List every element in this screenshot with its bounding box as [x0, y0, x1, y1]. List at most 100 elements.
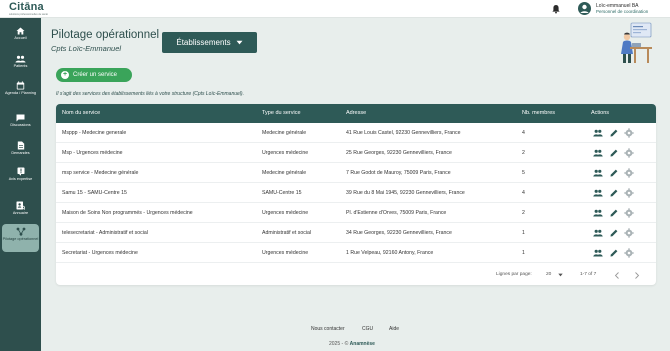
chevron-right-icon[interactable]	[634, 272, 640, 279]
cell-type: Urgences médecine	[262, 150, 309, 156]
table-row[interactable]: msp service - Medecine générale Medecine …	[56, 163, 656, 183]
column-header[interactable]: Nom du service	[62, 110, 100, 116]
sidebar-item-label: Pilotage opérationnel	[2, 237, 39, 241]
create-service-label: Créer un service	[73, 72, 118, 78]
members-icon[interactable]	[593, 248, 603, 258]
cell-address: 34 Rue Georges, 92230 Gennevilliers, Fra…	[346, 230, 452, 236]
sidebar-item-discussions[interactable]: Discussions	[2, 114, 39, 134]
caret-down-icon[interactable]	[558, 273, 563, 277]
sidebar-item-pilotage[interactable]: Pilotage opérationnel	[2, 224, 39, 252]
avatar[interactable]	[578, 2, 591, 15]
table-row[interactable]: Samu 15 - SAMU-Centre 15 SAMU-Centre 15 39…	[56, 183, 656, 203]
etablissements-dropdown[interactable]: Établissements	[162, 32, 257, 53]
contact-link[interactable]: Nous contacter	[311, 326, 345, 332]
sidebar-item-patients[interactable]: Patients	[2, 55, 39, 75]
column-header[interactable]: Adresse	[346, 110, 366, 116]
table-pagination: Lignes par page: 20 1-7 of 7	[56, 264, 656, 285]
edit-icon[interactable]	[609, 168, 619, 178]
rows-per-page-select[interactable]: 20	[546, 272, 551, 277]
sidebar-item-demandes[interactable]: Demandes	[2, 141, 39, 161]
top-bar: Citāna solutions professionnelles de san…	[0, 0, 670, 18]
sidebar-item-label: Demandes	[11, 151, 30, 155]
cell-name: msp service - Medecine générale	[62, 170, 139, 176]
column-header: Actions	[591, 110, 610, 116]
column-header[interactable]: Type du service	[262, 110, 301, 116]
column-header[interactable]: Nb. membres	[522, 110, 555, 116]
copyright-text: 2025 - ©	[329, 341, 349, 347]
sidebar-item-label: Avis expertise	[8, 177, 33, 181]
members-icon[interactable]	[593, 188, 603, 198]
home-icon	[16, 27, 25, 35]
brand-name[interactable]: Anamnèse	[350, 341, 375, 347]
document-icon	[17, 141, 24, 150]
edit-icon[interactable]	[609, 248, 619, 258]
sidebar-item-annuaire[interactable]: Annuaire	[2, 201, 39, 221]
edit-icon[interactable]	[609, 188, 619, 198]
bell-icon[interactable]	[551, 4, 561, 14]
settings-icon[interactable]	[624, 248, 634, 258]
plus-icon: +	[61, 71, 69, 79]
user-icon	[580, 4, 589, 13]
table-row[interactable]: Secretariat - Urgences médecine Urgences …	[56, 243, 656, 263]
directory-icon	[16, 201, 25, 210]
cell-name: Samu 15 - SAMU-Centre 15	[62, 190, 127, 196]
rows-per-page-label: Lignes par page:	[496, 272, 532, 277]
settings-icon[interactable]	[624, 128, 634, 138]
cgu-link[interactable]: CGU	[362, 326, 373, 332]
cell-members: 1	[522, 250, 525, 256]
expert-icon	[17, 167, 24, 176]
cell-members: 2	[522, 150, 525, 156]
members-icon[interactable]	[593, 128, 603, 138]
sidebar: Accueil Patients Agenda / Planning Discu…	[0, 18, 41, 351]
etablissements-label: Établissements	[176, 38, 231, 47]
members-icon[interactable]	[593, 168, 603, 178]
cell-name: Maison de Soins Non programmés - Urgence…	[62, 210, 193, 216]
settings-icon[interactable]	[624, 208, 634, 218]
info-text: Il s'agit des services des établissement…	[56, 91, 244, 97]
cell-type: Medecine générale	[262, 130, 307, 136]
cell-type: Urgences médecine	[262, 250, 309, 256]
edit-icon[interactable]	[609, 208, 619, 218]
settings-icon[interactable]	[624, 228, 634, 238]
cell-address: 25 Rue Georges, 92230 Gennevilliers, Fra…	[346, 150, 452, 156]
help-link[interactable]: Aide	[389, 326, 399, 332]
table-row[interactable]: Msppp - Medecine generale Medecine généra…	[56, 123, 656, 143]
cell-type: SAMU-Centre 15	[262, 190, 302, 196]
cell-type: Urgences médecine	[262, 210, 309, 216]
logo-tagline: solutions professionnelles de santé	[9, 13, 48, 16]
chevron-left-icon[interactable]	[614, 272, 620, 279]
copyright: 2025 - © Anamnèse	[329, 341, 375, 347]
table-row[interactable]: telesecretariat - Administratif et socia…	[56, 223, 656, 243]
settings-icon[interactable]	[624, 168, 634, 178]
cell-address: 7 Rue Godot de Mauroy, 75009 Paris, Fran…	[346, 170, 451, 176]
cell-members: 2	[522, 210, 525, 216]
members-icon[interactable]	[593, 208, 603, 218]
services-table: Nom du service Type du service Adresse N…	[56, 104, 656, 285]
cell-address: 1 Rue Velpeau, 92160 Antony, France	[346, 250, 434, 256]
members-icon[interactable]	[593, 228, 603, 238]
edit-icon[interactable]	[609, 148, 619, 158]
cell-address: 41 Rue Louis Castel, 92230 Gennevilliers…	[346, 130, 461, 136]
cell-type: Medecine générale	[262, 170, 307, 176]
cell-name: Msp - Urgences médecine	[62, 150, 123, 156]
logo[interactable]: Citāna solutions professionnelles de san…	[9, 1, 48, 16]
edit-icon[interactable]	[609, 128, 619, 138]
caret-down-icon	[236, 40, 243, 45]
table-row[interactable]: Msp - Urgences médecine Urgences médecine…	[56, 143, 656, 163]
settings-icon[interactable]	[624, 148, 634, 158]
cell-name: Secretariat - Urgences médecine	[62, 250, 138, 256]
settings-icon[interactable]	[624, 188, 634, 198]
page-range: 1-7 of 7	[580, 272, 597, 277]
table-row[interactable]: Maison de Soins Non programmés - Urgence…	[56, 203, 656, 223]
page-title: Pilotage opérationnel	[51, 29, 160, 41]
cell-members: 4	[522, 130, 525, 136]
edit-icon[interactable]	[609, 228, 619, 238]
create-service-button[interactable]: + Créer un service	[56, 68, 132, 82]
sidebar-item-accueil[interactable]: Accueil	[2, 27, 39, 47]
sidebar-item-avis-expertise[interactable]: Avis expertise	[2, 167, 39, 191]
network-icon	[16, 227, 25, 236]
people-icon	[15, 55, 26, 63]
members-icon[interactable]	[593, 148, 603, 158]
cell-name: Msppp - Medecine generale	[62, 130, 127, 136]
sidebar-item-agenda[interactable]: Agenda / Planning	[2, 81, 39, 105]
